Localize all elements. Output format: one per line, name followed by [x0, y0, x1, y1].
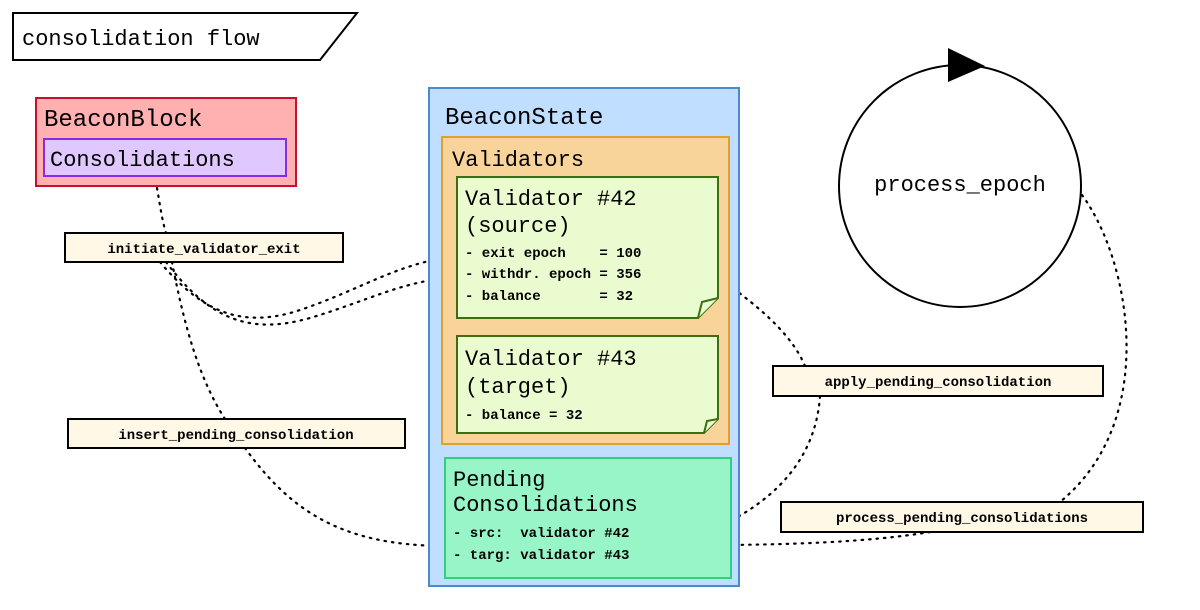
edge-exit-to-insert [170, 260, 227, 421]
edge-label-text: process_pending_consolidations [836, 511, 1088, 527]
edge-exit-to-exit-epoch [158, 252, 456, 319]
beacon-block: BeaconBlock Consolidations [35, 97, 297, 187]
validator-43-title: Validator #43 [465, 347, 637, 372]
validator-43-subtitle: (target) [465, 375, 571, 400]
edge-label-insert-pending-consolidation: insert_pending_consolidation [67, 418, 406, 449]
edge-label-process-pending-consolidations: process_pending_consolidations [780, 501, 1144, 533]
edge-label-apply-pending-consolidation: apply_pending_consolidation [772, 365, 1104, 397]
edge-label-initiate-validator-exit: initiate_validator_exit [64, 232, 344, 263]
validator-42-title: Validator #42 [465, 187, 637, 212]
pending-targ: - targ: validator #43 [453, 548, 629, 564]
validators-label: Validators [452, 148, 584, 173]
process-epoch-node: process_epoch [838, 48, 1082, 308]
validators-group: Validators Validator #42 (source) - exit… [441, 136, 730, 445]
validator-42-exit-epoch: - exit epoch = 100 [465, 246, 641, 262]
validator-43-note: Validator #43 (target) - balance = 32 [456, 335, 719, 434]
pending-title-1: Pending [453, 468, 545, 493]
consolidation-diagram: consolidation flow BeaconBlock Consolida… [12, 12, 1144, 587]
edge-block-to-exit [155, 186, 168, 235]
edge-label-text: insert_pending_consolidation [118, 428, 353, 444]
diagram-title: consolidation flow [12, 12, 360, 61]
validator-42-balance: - balance = 32 [465, 289, 633, 305]
edge-exit-to-withdr-epoch [164, 260, 456, 326]
consolidations-label: Consolidations [50, 148, 235, 173]
pending-title-2: Consolidations [453, 493, 638, 518]
beacon-state-label: BeaconState [445, 105, 603, 132]
beacon-block-label: BeaconBlock [44, 107, 202, 134]
pending-src: - src: validator #42 [453, 526, 629, 542]
edge-epoch-to-process-pending [1058, 193, 1128, 504]
validator-42-withdr-epoch: - withdr. epoch = 356 [465, 267, 641, 283]
beacon-state: BeaconState Validators Validator #42 (so… [428, 87, 740, 587]
validator-42-note: Validator #42 (source) - exit epoch = 10… [456, 176, 719, 319]
process-epoch-label: process_epoch [874, 173, 1046, 198]
pending-consolidations: Pending Consolidations - src: validator … [444, 457, 732, 579]
validator-42-subtitle: (source) [465, 214, 571, 239]
edge-label-text: apply_pending_consolidation [825, 375, 1052, 391]
validator-43-balance: - balance = 32 [465, 408, 583, 424]
edge-insert-to-pending [243, 446, 445, 552]
edge-label-text: initiate_validator_exit [107, 242, 300, 258]
diagram-title-text: consolidation flow [22, 27, 260, 52]
